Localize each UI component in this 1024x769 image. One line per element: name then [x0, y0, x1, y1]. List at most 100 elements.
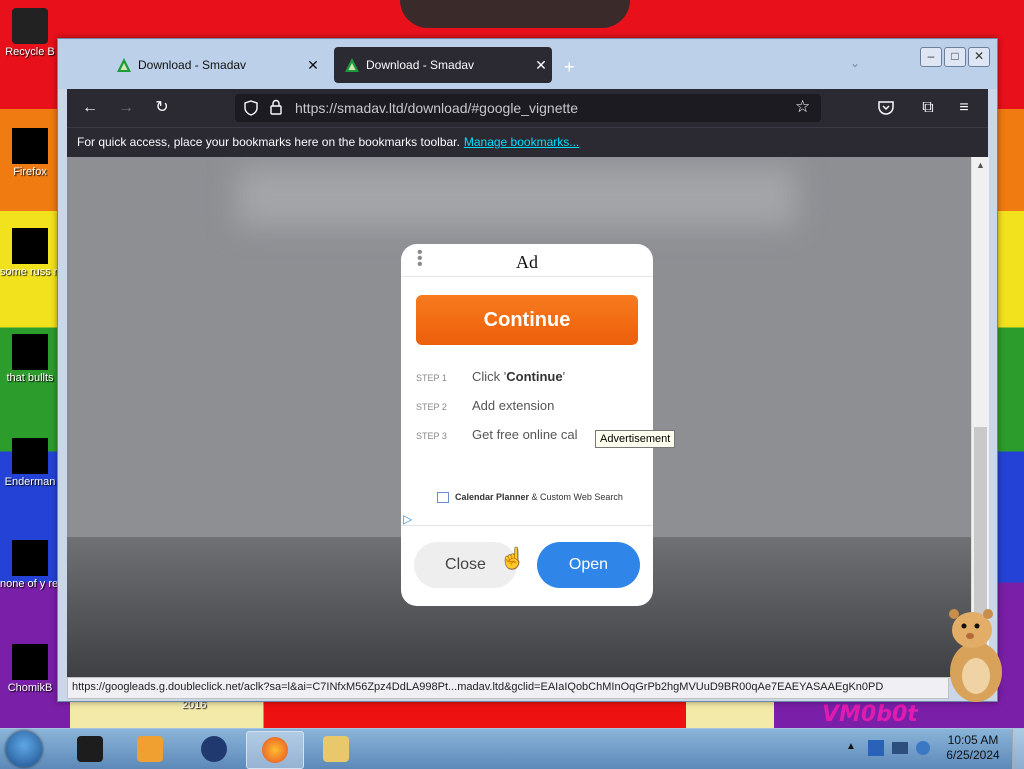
taskbar: ▲ 10:05 AM 6/25/2024: [0, 728, 1024, 769]
ad-header: • • • Ad: [401, 244, 653, 277]
step-text: Get free online cal: [472, 427, 578, 442]
file-icon: [12, 540, 48, 576]
hamster-mascot-icon: [949, 609, 1002, 702]
back-arrow-icon[interactable]: ←: [79, 97, 101, 119]
clock[interactable]: 10:05 AM 6/25/2024: [940, 733, 1006, 763]
ad-divider: [401, 525, 653, 526]
step-text-suffix: ': [562, 369, 566, 384]
desktop-icon-file-1[interactable]: some russ ran a ra: [0, 228, 60, 279]
app-icon: [77, 736, 103, 762]
tab-title: Download - Smadav: [138, 58, 247, 72]
show-hidden-icons-arrow[interactable]: ▲: [846, 741, 856, 752]
bookmarks-hint-text: For quick access, place your bookmarks h…: [77, 135, 460, 149]
app-icon: [12, 438, 48, 474]
desktop-icon-file-2[interactable]: that bullts: [0, 334, 60, 385]
advertisement-tooltip: Advertisement: [595, 430, 676, 448]
close-tab-icon[interactable]: ✕: [530, 57, 552, 74]
scroll-up-arrow-icon[interactable]: ▲: [972, 157, 989, 174]
app-icon: [12, 644, 48, 680]
ad-brand-rest: & Custom Web Search: [529, 492, 623, 502]
url-text[interactable]: https://smadav.ltd/download/#google_vign…: [295, 100, 578, 116]
adchoices-icon[interactable]: ▷: [403, 512, 412, 526]
step-text: Add extension: [472, 398, 555, 413]
ad-continue-button[interactable]: Continue: [416, 295, 638, 345]
calendar-icon: [437, 492, 449, 504]
lock-icon[interactable]: [269, 99, 283, 115]
extensions-puzzle-icon[interactable]: ⧉: [917, 97, 939, 119]
desktop-icon-label: ChomikB: [7, 682, 53, 694]
smadav-favicon-icon: [117, 58, 131, 72]
start-button[interactable]: [6, 731, 42, 767]
globe-icon: [201, 736, 227, 762]
desktop-icon-enderman[interactable]: Enderman: [0, 438, 60, 489]
folder-icon: [323, 736, 349, 762]
close-window-button[interactable]: ✕: [968, 47, 990, 67]
shield-icon[interactable]: [243, 100, 259, 116]
desktop-icon-firefox[interactable]: Firefox: [0, 128, 60, 179]
page-scrollbar[interactable]: ▲: [971, 157, 989, 677]
ad-step-1[interactable]: STEP 1 Click 'Continue': [416, 369, 565, 384]
clock-time: 10:05 AM: [947, 733, 999, 747]
desktop-icon-file-3[interactable]: none of y retards kn: [0, 540, 60, 591]
hamburger-menu-icon[interactable]: ≡: [953, 97, 975, 119]
reload-icon[interactable]: ↻: [151, 97, 173, 119]
tab-download-smadav-1[interactable]: Download - Smadav ✕: [106, 47, 324, 83]
maximize-button[interactable]: □: [944, 47, 966, 67]
desktop-icon-label: Recycle B: [5, 46, 55, 58]
status-url-text: https://googleads.g.doubleclick.net/aclk…: [72, 681, 884, 693]
tray-app-icon[interactable]: [868, 740, 884, 756]
show-desktop-button[interactable]: [1012, 729, 1024, 769]
volume-icon[interactable]: [916, 741, 930, 755]
step-text-bold: Continue: [506, 369, 563, 384]
recycle-bin-icon: [12, 8, 48, 44]
taskbar-explorer[interactable]: [308, 731, 364, 767]
system-tray: ▲: [840, 729, 940, 769]
step-number: STEP 3: [416, 431, 447, 441]
taskbar-media-player[interactable]: [122, 731, 178, 767]
list-all-tabs-icon[interactable]: ⌄: [850, 56, 860, 70]
close-tab-icon[interactable]: ✕: [302, 57, 324, 74]
ad-brand-name: Calendar Planner: [455, 492, 530, 502]
manage-bookmarks-link[interactable]: Manage bookmarks...: [464, 135, 579, 149]
desktop-icon-label: Enderman: [4, 476, 56, 488]
link-status-bar: https://googleads.g.doubleclick.net/aclk…: [67, 677, 949, 699]
desktop-icon-recycle-bin[interactable]: Recycle B: [0, 8, 60, 59]
media-player-icon: [137, 736, 163, 762]
new-tab-button[interactable]: +: [564, 57, 575, 78]
desktop-icon-chomik[interactable]: ChomikB: [0, 644, 60, 695]
bookmarks-toolbar: For quick access, place your bookmarks h…: [67, 127, 988, 158]
hand-cursor-icon: ☝: [500, 548, 525, 570]
ad-step-2[interactable]: STEP 2 Add extension: [416, 398, 554, 413]
desktop-icon-label: Firefox: [13, 166, 47, 178]
network-icon[interactable]: [892, 742, 908, 754]
ad-open-button[interactable]: Open: [537, 542, 640, 588]
ad-brand-line[interactable]: Calendar Planner & Custom Web Search: [437, 492, 623, 504]
pocket-icon[interactable]: [877, 99, 895, 117]
desktop-icon-label: none of y retards kn: [0, 578, 60, 590]
desktop-icon-label: that bullts: [6, 372, 54, 384]
address-bar[interactable]: https://smadav.ltd/download/#google_vign…: [235, 94, 821, 122]
smadav-favicon-icon: [345, 58, 359, 72]
ad-vignette-dialog: • • • Ad Continue STEP 1 Click 'Continue' S…: [401, 244, 653, 606]
step-number: STEP 2: [416, 402, 447, 412]
ad-step-3[interactable]: STEP 3 Get free online cal: [416, 427, 578, 442]
watermark-text: VM0b0t: [822, 702, 918, 727]
firefox-icon: [12, 128, 48, 164]
taskbar-app-1[interactable]: [62, 731, 118, 767]
forward-arrow-icon[interactable]: →: [115, 97, 137, 119]
file-icon: [12, 334, 48, 370]
ad-title: Ad: [516, 252, 538, 272]
file-icon: [12, 228, 48, 264]
tab-title: Download - Smadav: [366, 58, 475, 72]
minimize-button[interactable]: –: [920, 47, 942, 67]
wallpaper-shape: [400, 0, 630, 28]
blurred-page-header: [237, 167, 797, 227]
desktop-icon-label: some russ ran a ra: [0, 266, 60, 278]
clock-date: 6/25/2024: [946, 748, 1000, 762]
tab-download-smadav-2[interactable]: Download - Smadav ✕: [334, 47, 552, 83]
bookmark-star-icon[interactable]: ☆: [795, 97, 810, 117]
taskbar-firefox[interactable]: [246, 731, 304, 769]
taskbar-app-3[interactable]: [186, 731, 242, 767]
step-text-prefix: Click ': [472, 369, 507, 384]
firefox-icon: [262, 737, 288, 763]
